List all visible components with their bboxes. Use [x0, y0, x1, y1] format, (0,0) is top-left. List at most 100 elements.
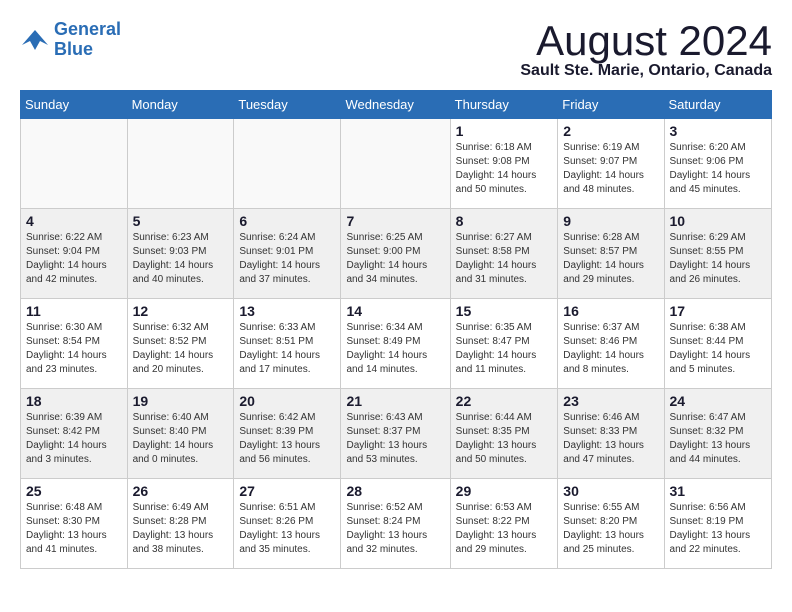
calendar-cell: 27 Sunrise: 6:51 AM Sunset: 8:26 PM Dayli… [234, 479, 341, 569]
day-number: 11 [26, 303, 122, 319]
day-number: 19 [133, 393, 229, 409]
day-number: 9 [563, 213, 658, 229]
day-number: 3 [670, 123, 766, 139]
calendar-cell: 19Sunrise: 6:40 AM Sunset: 8:40 PM Dayli… [127, 389, 234, 479]
week-row-3: 18 Sunrise: 6:39 AM Sunset: 8:42 PM Dayli… [21, 389, 772, 479]
header-monday: Monday [127, 91, 234, 119]
day-info: Sunrise: 6:52 AM Sunset: 8:24 PM Dayligh… [346, 501, 444, 557]
calendar-cell: 1 Sunrise: 6:18 AM Sunset: 9:08 PM Daylig… [450, 119, 558, 209]
day-number: 15 [456, 303, 553, 319]
day-info: Sunrise: 6:51 AM Sunset: 8:26 PM Dayligh… [239, 501, 335, 557]
header-sunday: Sunday [21, 91, 128, 119]
day-number: 24 [670, 393, 766, 409]
calendar-cell: 3 Sunrise: 6:20 AM Sunset: 9:06 PM Daylig… [664, 119, 771, 209]
day-info: Sunrise: 6:55 AM Sunset: 8:20 PM Dayligh… [563, 501, 658, 557]
day-number: 18 [26, 393, 122, 409]
calendar-cell [21, 119, 128, 209]
calendar-cell: 17 Sunrise: 6:38 AM Sunset: 8:44 PM Dayli… [664, 299, 771, 389]
week-row-4: 25 Sunrise: 6:48 AM Sunset: 8:30 PM Dayli… [21, 479, 772, 569]
calendar-cell: 21 Sunrise: 6:43 AM Sunset: 8:37 PM Dayli… [341, 389, 450, 479]
logo-text: General Blue [54, 20, 121, 60]
calendar-table: SundayMondayTuesdayWednesdayThursdayFrid… [20, 90, 772, 569]
day-info: Sunrise: 6:34 AM Sunset: 8:49 PM Dayligh… [346, 321, 444, 377]
day-info: Sunrise: 6:23 AM Sunset: 9:03 PM Dayligh… [133, 231, 229, 287]
calendar-cell [341, 119, 450, 209]
day-info: Sunrise: 6:56 AM Sunset: 8:19 PM Dayligh… [670, 501, 766, 557]
title-block: August 2024 Sault Ste. Marie, Ontario, C… [520, 20, 772, 80]
day-info: Sunrise: 6:24 AM Sunset: 9:01 PM Dayligh… [239, 231, 335, 287]
calendar-cell: 9 Sunrise: 6:28 AM Sunset: 8:57 PM Daylig… [558, 209, 664, 299]
day-number: 21 [346, 393, 444, 409]
day-info: Sunrise: 6:25 AM Sunset: 9:00 PM Dayligh… [346, 231, 444, 287]
day-info: Sunrise: 6:44 AM Sunset: 8:35 PM Dayligh… [456, 411, 553, 467]
calendar-cell: 22 Sunrise: 6:44 AM Sunset: 8:35 PM Dayli… [450, 389, 558, 479]
day-number: 12 [133, 303, 229, 319]
month-title: August 2024 [520, 20, 772, 62]
day-info: Sunrise: 6:28 AM Sunset: 8:57 PM Dayligh… [563, 231, 658, 287]
day-number: 22 [456, 393, 553, 409]
calendar-cell: 14 Sunrise: 6:34 AM Sunset: 8:49 PM Dayli… [341, 299, 450, 389]
day-number: 14 [346, 303, 444, 319]
day-info: Sunrise: 6:35 AM Sunset: 8:47 PM Dayligh… [456, 321, 553, 377]
calendar-cell: 31 Sunrise: 6:56 AM Sunset: 8:19 PM Dayli… [664, 479, 771, 569]
calendar-cell [127, 119, 234, 209]
day-number: 5 [133, 213, 229, 229]
header-saturday: Saturday [664, 91, 771, 119]
day-number: 1 [456, 123, 553, 139]
week-row-0: 1 Sunrise: 6:18 AM Sunset: 9:08 PM Daylig… [21, 119, 772, 209]
day-info: Sunrise: 6:42 AM Sunset: 8:39 PM Dayligh… [239, 411, 335, 467]
day-info: Sunrise: 6:47 AM Sunset: 8:32 PM Dayligh… [670, 411, 766, 467]
day-info: Sunrise: 6:46 AM Sunset: 8:33 PM Dayligh… [563, 411, 658, 467]
day-number: 6 [239, 213, 335, 229]
day-info: Sunrise: 6:48 AM Sunset: 8:30 PM Dayligh… [26, 501, 122, 557]
calendar-cell: 28 Sunrise: 6:52 AM Sunset: 8:24 PM Dayli… [341, 479, 450, 569]
day-info: Sunrise: 6:20 AM Sunset: 9:06 PM Dayligh… [670, 141, 766, 197]
calendar-cell: 10 Sunrise: 6:29 AM Sunset: 8:55 PM Dayli… [664, 209, 771, 299]
calendar-cell: 11 Sunrise: 6:30 AM Sunset: 8:54 PM Dayli… [21, 299, 128, 389]
day-info: Sunrise: 6:38 AM Sunset: 8:44 PM Dayligh… [670, 321, 766, 377]
day-info: Sunrise: 6:33 AM Sunset: 8:51 PM Dayligh… [239, 321, 335, 377]
day-number: 7 [346, 213, 444, 229]
calendar-cell: 2Sunrise: 6:19 AM Sunset: 9:07 PM Daylig… [558, 119, 664, 209]
day-number: 31 [670, 483, 766, 499]
calendar-cell: 20 Sunrise: 6:42 AM Sunset: 8:39 PM Dayli… [234, 389, 341, 479]
calendar-cell: 12Sunrise: 6:32 AM Sunset: 8:52 PM Dayli… [127, 299, 234, 389]
day-number: 2 [563, 123, 658, 139]
header-wednesday: Wednesday [341, 91, 450, 119]
day-number: 20 [239, 393, 335, 409]
day-number: 30 [563, 483, 658, 499]
calendar-cell: 23Sunrise: 6:46 AM Sunset: 8:33 PM Dayli… [558, 389, 664, 479]
day-number: 29 [456, 483, 553, 499]
week-row-1: 4Sunrise: 6:22 AM Sunset: 9:04 PM Daylig… [21, 209, 772, 299]
calendar-cell: 18 Sunrise: 6:39 AM Sunset: 8:42 PM Dayli… [21, 389, 128, 479]
day-info: Sunrise: 6:30 AM Sunset: 8:54 PM Dayligh… [26, 321, 122, 377]
logo: General Blue [20, 20, 121, 60]
day-number: 4 [26, 213, 122, 229]
header-thursday: Thursday [450, 91, 558, 119]
day-number: 27 [239, 483, 335, 499]
header-friday: Friday [558, 91, 664, 119]
day-number: 17 [670, 303, 766, 319]
day-number: 16 [563, 303, 658, 319]
calendar-cell: 8Sunrise: 6:27 AM Sunset: 8:58 PM Daylig… [450, 209, 558, 299]
calendar-cell: 29Sunrise: 6:53 AM Sunset: 8:22 PM Dayli… [450, 479, 558, 569]
day-info: Sunrise: 6:29 AM Sunset: 8:55 PM Dayligh… [670, 231, 766, 287]
day-info: Sunrise: 6:43 AM Sunset: 8:37 PM Dayligh… [346, 411, 444, 467]
calendar-cell: 25 Sunrise: 6:48 AM Sunset: 8:30 PM Dayli… [21, 479, 128, 569]
calendar-cell: 6 Sunrise: 6:24 AM Sunset: 9:01 PM Daylig… [234, 209, 341, 299]
calendar-cell: 15 Sunrise: 6:35 AM Sunset: 8:47 PM Dayli… [450, 299, 558, 389]
day-info: Sunrise: 6:39 AM Sunset: 8:42 PM Dayligh… [26, 411, 122, 467]
day-number: 28 [346, 483, 444, 499]
day-number: 25 [26, 483, 122, 499]
calendar-cell: 5 Sunrise: 6:23 AM Sunset: 9:03 PM Daylig… [127, 209, 234, 299]
calendar-cell [234, 119, 341, 209]
week-row-2: 11 Sunrise: 6:30 AM Sunset: 8:54 PM Dayli… [21, 299, 772, 389]
calendar-cell: 7 Sunrise: 6:25 AM Sunset: 9:00 PM Daylig… [341, 209, 450, 299]
calendar-cell: 16Sunrise: 6:37 AM Sunset: 8:46 PM Dayli… [558, 299, 664, 389]
page-header: General Blue August 2024 Sault Ste. Mari… [20, 20, 772, 80]
day-info: Sunrise: 6:18 AM Sunset: 9:08 PM Dayligh… [456, 141, 553, 197]
day-number: 13 [239, 303, 335, 319]
day-number: 10 [670, 213, 766, 229]
logo-icon [20, 25, 50, 55]
day-info: Sunrise: 6:49 AM Sunset: 8:28 PM Dayligh… [133, 501, 229, 557]
